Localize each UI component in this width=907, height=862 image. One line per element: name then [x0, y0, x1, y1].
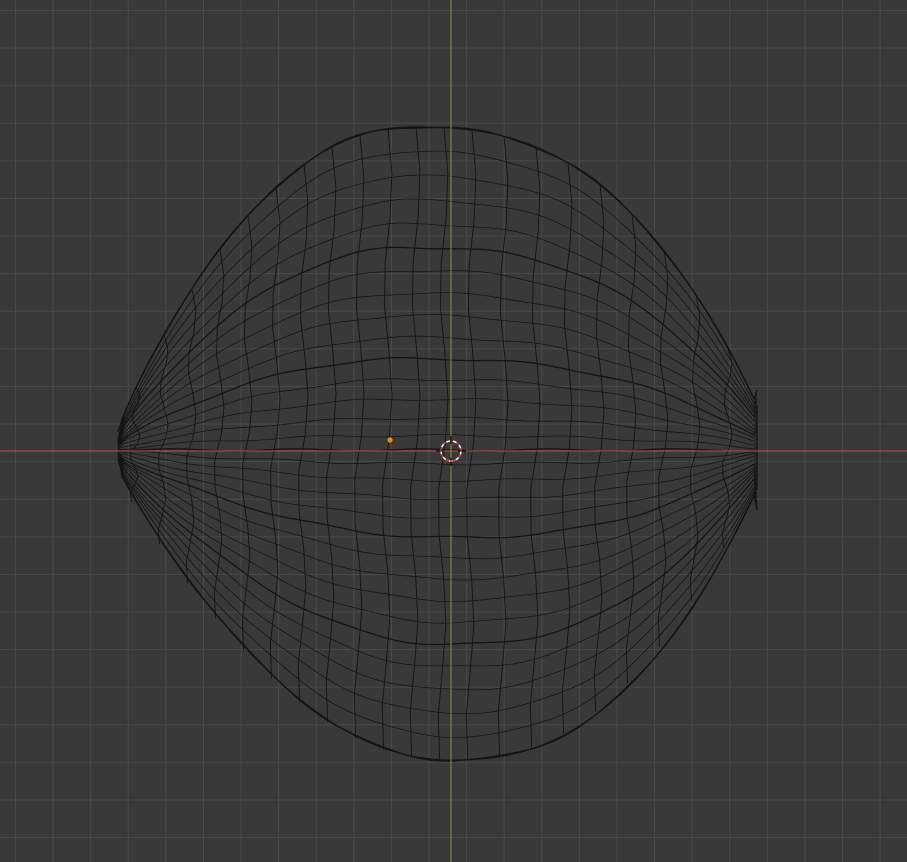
object-origin-dot[interactable]: [386, 436, 394, 444]
3d-viewport[interactable]: [0, 0, 907, 862]
wireframe-scene[interactable]: [0, 0, 907, 862]
wireframe-mesh[interactable]: [117, 126, 758, 762]
